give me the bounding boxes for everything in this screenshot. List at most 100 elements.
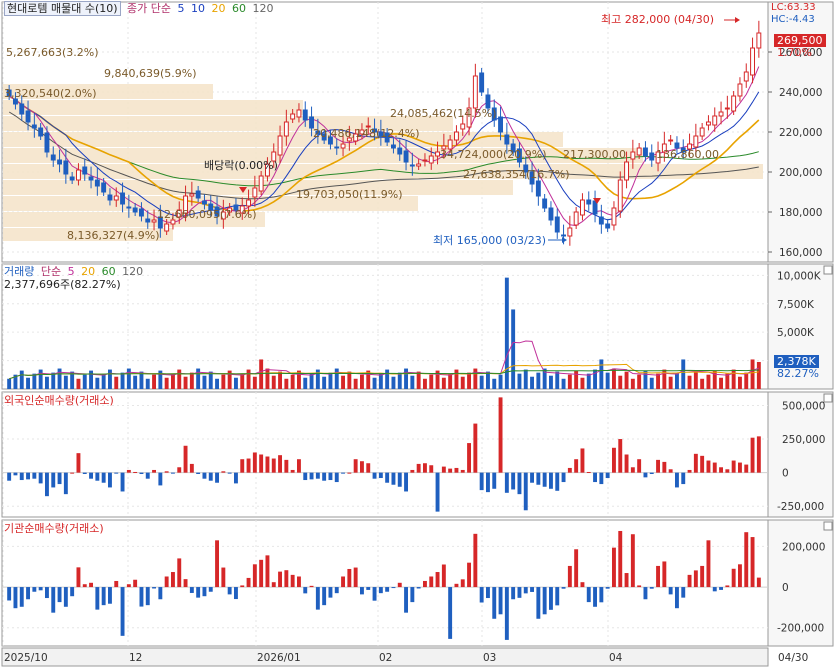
- foreign-bar: [145, 472, 150, 479]
- candle: [88, 176, 94, 181]
- foreign-bar: [725, 469, 730, 473]
- foreign-bar: [580, 448, 585, 473]
- foreign-bar: [26, 472, 31, 480]
- vol-ma-20: 20: [81, 265, 96, 278]
- foreign-bar: [76, 453, 81, 473]
- x-tick-label: 2025/10: [4, 652, 48, 664]
- x-tick-label: 12: [129, 652, 142, 664]
- foreign-bar: [435, 472, 440, 512]
- candle: [277, 135, 283, 156]
- volume-bar: [328, 372, 333, 389]
- candle: [479, 72, 485, 93]
- candle: [453, 131, 459, 141]
- ma-5-label: 5: [177, 2, 185, 15]
- inst-bar: [725, 585, 730, 588]
- volume-bar: [152, 374, 157, 389]
- volume-bar: [498, 374, 503, 389]
- foreign-bar: [378, 472, 383, 479]
- foreign-bar: [202, 472, 207, 479]
- foreign-bar: [674, 472, 679, 488]
- inst-bar: [208, 587, 213, 592]
- inst-bar: [183, 579, 188, 588]
- inst-bar: [278, 571, 283, 588]
- inst-bar: [32, 587, 37, 592]
- foreign-bar: [504, 472, 509, 493]
- foreign-bar: [485, 472, 490, 493]
- foreign-bar: [341, 472, 346, 474]
- inst-bar: [422, 580, 427, 588]
- candle: [718, 111, 724, 117]
- volume-bar: [189, 372, 194, 389]
- inst-bar: [586, 587, 591, 603]
- inst-bar: [454, 583, 459, 588]
- foreign-bar: [473, 423, 478, 473]
- inst-bar: [712, 587, 717, 592]
- stock-chart: 260,000240,000220,000200,000180,000160,0…: [0, 0, 834, 668]
- volume-bar: [422, 378, 427, 389]
- inst-bar: [662, 561, 667, 588]
- candle: [737, 83, 743, 97]
- candle: [435, 151, 441, 157]
- volume-bar: [460, 376, 465, 389]
- candle: [113, 195, 119, 201]
- foreign-bar: [385, 472, 390, 483]
- foreign-bar: [555, 472, 560, 491]
- volume-bar: [278, 371, 283, 389]
- inst-title[interactable]: 기관순매수량(거래소): [4, 522, 104, 535]
- inst-bar: [416, 587, 421, 589]
- inst-bar: [271, 582, 276, 588]
- foreign-bar: [756, 436, 761, 473]
- volume-bar: [145, 378, 150, 389]
- inst-bar: [410, 587, 415, 603]
- inst-bar: [605, 587, 610, 589]
- ma-20-label: 20: [211, 2, 226, 15]
- foreign-bar: [120, 472, 125, 492]
- ma-10-label: 10: [191, 2, 206, 15]
- foreign-bar: [38, 472, 43, 484]
- foreign-bar: [246, 458, 251, 473]
- volume-bar: [567, 374, 572, 389]
- inst-bar: [296, 576, 301, 588]
- volume-tick-label: 5,000K: [777, 327, 815, 339]
- foreign-bar: [278, 455, 283, 473]
- inst-bar: [38, 587, 43, 591]
- inst-bar: [95, 587, 100, 610]
- candle: [82, 166, 88, 175]
- candle: [31, 124, 37, 129]
- price-title[interactable]: 현대로템 매물대 수(10): [4, 1, 121, 16]
- volume-title[interactable]: 거래량: [4, 265, 34, 278]
- inst-bar: [76, 567, 81, 588]
- volume-bar: [737, 376, 742, 389]
- candle: [460, 123, 466, 130]
- volume-bar: [208, 371, 213, 389]
- candle: [642, 147, 648, 157]
- volume-bar: [51, 372, 56, 389]
- candle: [145, 218, 151, 223]
- volume-bar: [271, 375, 276, 389]
- foreign-bar: [284, 459, 289, 473]
- candle: [302, 109, 308, 121]
- volume-bar: [101, 373, 106, 389]
- inst-bar: [467, 562, 472, 588]
- candle: [636, 147, 642, 156]
- candle: [630, 151, 636, 160]
- inst-bar: [284, 570, 289, 588]
- volume-bar: [479, 375, 484, 389]
- inst-bar: [693, 570, 698, 588]
- x-tick-label: 04: [609, 652, 623, 664]
- volume-bar: [454, 369, 459, 389]
- volume-bar: [7, 378, 12, 389]
- candle: [712, 115, 718, 126]
- foreign-bar: [737, 462, 742, 473]
- inst-bar: [618, 530, 623, 588]
- inst-bar: [479, 587, 484, 603]
- foreign-bar: [259, 454, 264, 473]
- foreign-bar: [208, 472, 213, 481]
- volume-bar: [750, 359, 755, 389]
- inst-bar: [542, 587, 547, 615]
- inst-bar: [145, 587, 150, 606]
- foreign-title[interactable]: 외국인순매수량(거래소): [4, 394, 114, 407]
- inst-bar: [511, 587, 516, 600]
- inst-bar: [498, 587, 503, 615]
- volume-bar: [624, 371, 629, 389]
